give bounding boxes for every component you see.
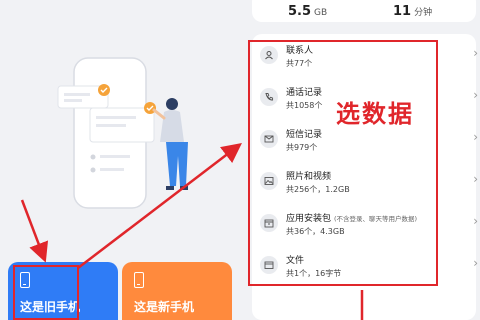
time-stat: 11 分钟 [393, 0, 432, 19]
chevron-right-icon: › [473, 214, 478, 228]
data-list-highlight-box [248, 40, 438, 286]
chevron-right-icon: › [473, 88, 478, 102]
select-data-annotation: 选数据 [336, 100, 414, 128]
chevron-right-icon: › [473, 130, 478, 144]
phone-icon [134, 272, 144, 288]
new-phone-card[interactable]: 这是新手机 [122, 262, 232, 320]
transfer-summary: 5.5 GB 11 分钟 [252, 0, 476, 22]
chevron-right-icon: › [473, 46, 478, 60]
chevron-right-icon: › [473, 256, 478, 270]
time-unit: 分钟 [414, 8, 433, 18]
new-phone-label: 这是新手机 [134, 300, 195, 314]
data-size-stat: 5.5 GB [288, 0, 327, 19]
data-size-value: 5.5 [288, 4, 312, 19]
old-phone-highlight-box [13, 265, 79, 320]
time-value: 11 [393, 4, 412, 19]
phone-transfer-illustration [57, 57, 188, 209]
data-size-unit: GB [314, 8, 328, 18]
chevron-right-icon: › [473, 172, 478, 186]
